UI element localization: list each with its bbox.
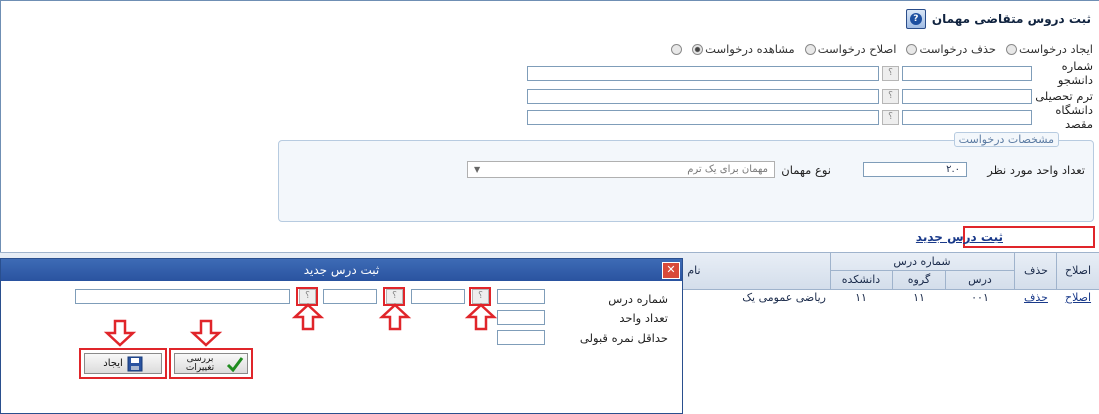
dialog-units-input[interactable] xyxy=(497,310,545,325)
checkmark-icon xyxy=(226,356,244,372)
student-number-row: شماره دانشجو ؟ xyxy=(527,59,1093,87)
term-input[interactable] xyxy=(902,88,1032,104)
dialog-title: ثبت درس جدید xyxy=(1,259,682,281)
header-group: گروه xyxy=(907,273,931,286)
dialog-course-field-3[interactable] xyxy=(323,289,377,304)
guest-type-value: مهمان برای یک ترم xyxy=(687,164,768,175)
radio-label: حذف درخواست xyxy=(919,42,997,56)
check-changes-button[interactable]: بررسی تغییرات xyxy=(174,353,248,374)
row-course-name: ریاضی عمومی یک xyxy=(742,291,826,304)
request-details-panel: مشخصات درخواست تعداد واحد مورد نظر ۲.۰ ن… xyxy=(278,132,1094,222)
help-icon[interactable]: ? xyxy=(905,9,926,29)
term-label: ترم تحصیلی xyxy=(1035,89,1093,103)
course-number-label: شماره درس xyxy=(608,292,668,306)
radio-button-icon[interactable] xyxy=(906,43,918,55)
dialog-lookup-button-2[interactable]: ؟ xyxy=(386,289,403,304)
page-header: ? ثبت دروس متقاضی مهمان xyxy=(905,8,1091,30)
request-details-legend: مشخصات درخواست xyxy=(953,132,1059,147)
dialog-lookup-button-3[interactable]: ؟ xyxy=(299,289,316,304)
header-delete: حذف xyxy=(1024,264,1048,277)
header-course: درس xyxy=(968,273,992,286)
units-label-dialog: تعداد واحد xyxy=(619,311,668,325)
units-input[interactable]: ۲.۰ xyxy=(863,162,967,177)
arrow-up-icon xyxy=(378,303,412,331)
mode-radio-group: ایجاد درخواست حذف درخواست اصلاح درخواست … xyxy=(671,42,1093,56)
dialog-lookup-button-1[interactable]: ؟ xyxy=(472,289,489,304)
term-lookup-button[interactable]: ؟ xyxy=(882,88,899,104)
chevron-down-icon: ▼ xyxy=(474,165,481,174)
row-edit-link[interactable]: اصلاح xyxy=(1058,291,1098,304)
close-icon[interactable]: ✕ xyxy=(662,262,680,279)
radio-button-icon[interactable] xyxy=(1006,43,1018,55)
university-label: دانشگاه مقصد xyxy=(1055,103,1093,131)
radio-button-icon[interactable] xyxy=(804,43,816,55)
row-faculty: ۱۱ xyxy=(855,291,867,304)
term-name-display xyxy=(527,88,879,104)
student-number-label: شماره دانشجو xyxy=(1057,59,1093,87)
page-title: ثبت دروس متقاضی مهمان xyxy=(931,12,1091,26)
radio-extra[interactable] xyxy=(671,43,683,55)
create-button-label: ایجاد xyxy=(103,358,123,369)
min-grade-label: حداقل نمره قبولی xyxy=(579,331,668,345)
row-delete-link[interactable]: حذف xyxy=(1016,291,1056,304)
dialog-min-grade-input[interactable] xyxy=(497,330,545,345)
row-course: ۰۰۱ xyxy=(971,291,989,304)
header-edit: اصلاح xyxy=(1064,264,1092,277)
guest-type-label: نوع مهمان xyxy=(781,163,831,177)
radio-label: ایجاد درخواست xyxy=(1019,42,1093,56)
arrow-up-icon xyxy=(464,303,498,331)
arrow-down-icon xyxy=(189,319,223,347)
university-lookup-button[interactable]: ؟ xyxy=(882,109,899,125)
header-course-number: شماره درس xyxy=(893,255,951,268)
radio-create-request[interactable]: ایجاد درخواست xyxy=(1006,42,1093,56)
university-name-display xyxy=(527,109,879,125)
radio-view-request[interactable]: مشاهده درخواست xyxy=(692,42,795,56)
units-label: تعداد واحد مورد نظر xyxy=(987,163,1085,177)
radio-edit-request[interactable]: اصلاح درخواست xyxy=(804,42,897,56)
new-course-dialog: ثبت درس جدید ✕ شماره درس ؟ ؟ ؟ تعداد واح… xyxy=(0,258,683,414)
arrow-down-icon xyxy=(103,319,137,347)
arrow-up-icon xyxy=(291,303,325,331)
university-input[interactable] xyxy=(902,109,1032,125)
student-name-display xyxy=(527,65,879,81)
student-number-input[interactable] xyxy=(902,65,1032,81)
radio-delete-request[interactable]: حذف درخواست xyxy=(906,42,996,56)
check-button-label: بررسی تغییرات xyxy=(185,353,215,373)
dialog-course-field-2[interactable] xyxy=(411,289,465,304)
radio-button-icon[interactable] xyxy=(671,43,683,55)
dialog-course-field-1[interactable] xyxy=(497,289,545,304)
new-course-link[interactable]: ثبت درس جدید xyxy=(916,230,1003,244)
radio-button-selected-icon[interactable] xyxy=(692,43,704,55)
window-frame-top xyxy=(0,0,1099,1)
create-button[interactable]: ایجاد xyxy=(84,353,162,374)
university-row: دانشگاه مقصد ؟ xyxy=(527,103,1093,131)
guest-type-select[interactable]: ▼ مهمان برای یک ترم xyxy=(467,161,775,178)
header-name: نام xyxy=(687,264,701,277)
term-row: ترم تحصیلی ؟ xyxy=(527,87,1093,105)
row-group: ۱۱ xyxy=(913,291,925,304)
radio-label: اصلاح درخواست xyxy=(817,42,897,56)
header-faculty: دانشکده xyxy=(841,273,881,286)
student-lookup-button[interactable]: ؟ xyxy=(882,65,899,81)
dialog-course-name-display xyxy=(75,289,290,304)
save-icon xyxy=(127,356,143,371)
radio-label: مشاهده درخواست xyxy=(705,42,795,56)
